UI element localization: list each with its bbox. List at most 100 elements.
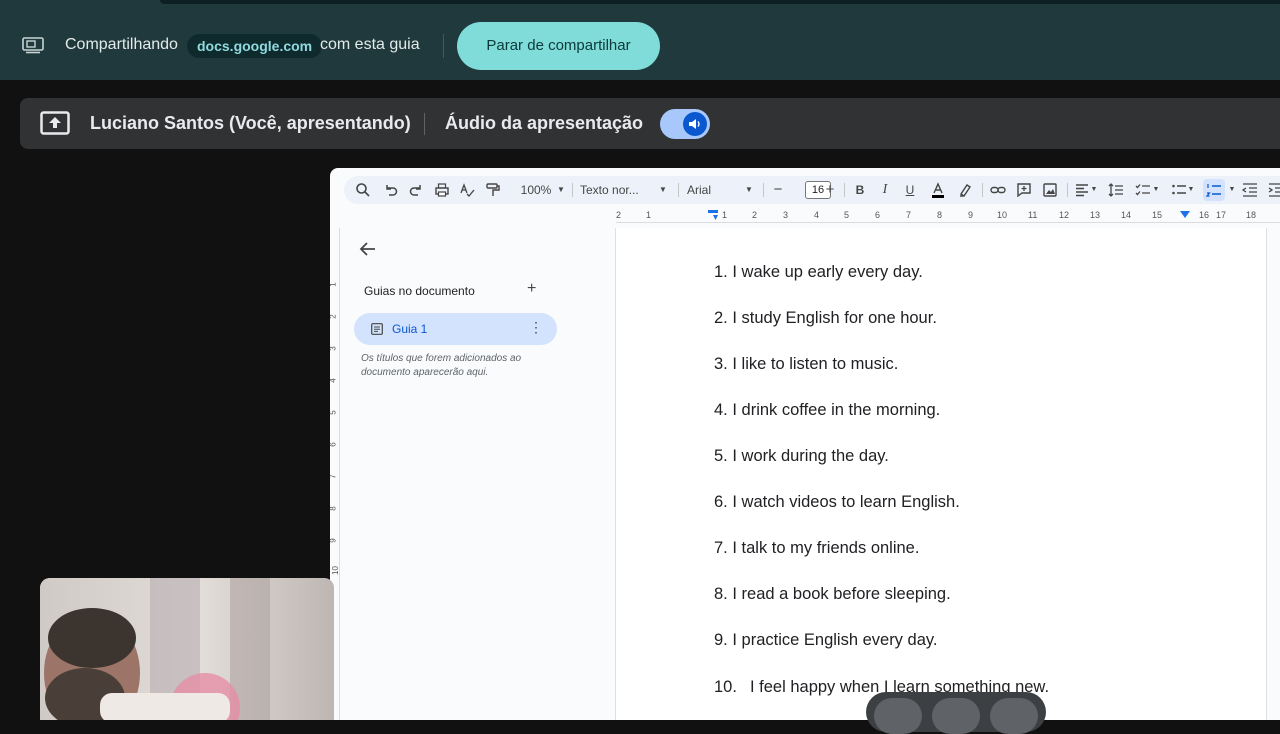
- ruler-number: 3: [783, 210, 789, 220]
- list-number: 3.: [714, 355, 728, 373]
- ruler-number: 1: [722, 210, 728, 220]
- ruler-number: 14: [1121, 210, 1132, 220]
- ruler-number: 2: [752, 210, 758, 220]
- print-icon[interactable]: [433, 181, 451, 199]
- list-text: I practice English every day.: [732, 631, 938, 649]
- numbered-list-button[interactable]: [1203, 179, 1225, 201]
- toolbar-divider: [572, 183, 573, 197]
- numbered-list-icon: [1205, 184, 1221, 197]
- vruler-number: 2: [330, 314, 338, 318]
- numbered-list-dropdown-icon[interactable]: ▼: [1228, 176, 1236, 204]
- list-text: I study English for one hour.: [732, 309, 937, 327]
- share-divider: [443, 34, 444, 58]
- search-menus-icon[interactable]: [354, 181, 372, 199]
- google-docs-window: 100% ▼ Texto nor... ▼ Arial ▼ − 16 + B I…: [330, 168, 1280, 720]
- list-item[interactable]: 6. I watch videos to learn English.: [714, 493, 960, 512]
- bulleted-list-icon[interactable]: [1170, 181, 1188, 199]
- redo-icon[interactable]: [407, 181, 425, 199]
- ruler-number: 8: [937, 210, 943, 220]
- paragraph-style-select[interactable]: Texto nor...: [580, 176, 650, 204]
- tab-suffix-label: com esta guia: [320, 36, 420, 53]
- bold-icon[interactable]: B: [852, 176, 868, 204]
- checklist-dropdown-icon[interactable]: ▼: [1152, 176, 1160, 204]
- decrease-font-size-icon[interactable]: −: [771, 176, 785, 204]
- insert-link-icon[interactable]: [989, 181, 1007, 199]
- list-number: 9.: [714, 631, 728, 649]
- list-item[interactable]: 3. I like to listen to music.: [714, 355, 898, 374]
- toolbar-divider: [678, 183, 679, 197]
- increase-indent-icon[interactable]: [1267, 181, 1280, 199]
- decrease-indent-icon[interactable]: [1241, 181, 1259, 199]
- font-family-select[interactable]: Arial: [687, 176, 737, 204]
- insert-comment-icon[interactable]: [1015, 181, 1033, 199]
- speaker-icon: [683, 112, 707, 136]
- ruler-number: 9: [968, 210, 974, 220]
- vruler-number: 5: [330, 410, 338, 414]
- vruler-number: 6: [330, 442, 338, 446]
- undo-icon[interactable]: [382, 181, 400, 199]
- document-tab-icon: [371, 323, 383, 335]
- floating-controls: [866, 692, 1046, 734]
- ruler-number: 12: [1059, 210, 1070, 220]
- list-item[interactable]: 7. I talk to my friends online.: [714, 539, 919, 558]
- ruler-number: 2: [616, 210, 622, 220]
- font-dropdown-icon[interactable]: ▼: [744, 176, 754, 204]
- document-page[interactable]: 1. I wake up early every day. 2. I study…: [615, 228, 1267, 720]
- text-color-icon[interactable]: [929, 181, 947, 199]
- control-button[interactable]: [990, 698, 1038, 734]
- zoom-select[interactable]: 100%: [512, 176, 560, 204]
- align-dropdown-icon[interactable]: ▼: [1090, 176, 1098, 204]
- vruler-number: 1: [330, 282, 338, 286]
- indent-marker-icon[interactable]: [708, 210, 722, 220]
- ruler-number: 7: [906, 210, 912, 220]
- ruler-number: 11: [1028, 210, 1038, 220]
- increase-font-size-icon[interactable]: +: [823, 176, 837, 204]
- control-button[interactable]: [932, 698, 980, 734]
- ruler-number: 4: [814, 210, 820, 220]
- vruler-number: 3: [330, 346, 338, 350]
- underline-icon[interactable]: U: [902, 176, 918, 204]
- ruler-number: 5: [844, 210, 850, 220]
- presentation-audio-toggle[interactable]: [660, 109, 710, 139]
- highlight-icon[interactable]: [956, 181, 974, 199]
- list-item[interactable]: 1. I wake up early every day.: [714, 263, 923, 282]
- ruler-number: 6: [875, 210, 881, 220]
- control-button[interactable]: [874, 698, 922, 734]
- stop-sharing-button[interactable]: Parar de compartilhar: [457, 22, 660, 70]
- list-item[interactable]: 5. I work during the day.: [714, 447, 889, 466]
- list-item[interactable]: 2. I study English for one hour.: [714, 309, 937, 328]
- ruler-number: 10: [997, 210, 1008, 220]
- italic-icon[interactable]: I: [877, 176, 893, 204]
- checklist-icon[interactable]: [1134, 181, 1152, 199]
- ruler-number: 16: [1199, 210, 1210, 220]
- horizontal-ruler[interactable]: 2 1 1 2 3 4 5 6 7 8 9 10 11 12 13 14 15 …: [616, 210, 1280, 224]
- line-spacing-icon[interactable]: [1107, 181, 1125, 199]
- list-text: I talk to my friends online.: [732, 539, 920, 557]
- camera-video-image: [40, 578, 334, 720]
- toolbar-divider: [844, 183, 845, 197]
- list-number: 1.: [714, 263, 728, 281]
- browser-top-edge: [160, 0, 1280, 4]
- align-icon[interactable]: [1073, 181, 1091, 199]
- list-number: 4.: [714, 401, 728, 419]
- more-options-icon[interactable]: ⋮: [529, 319, 543, 336]
- add-tab-icon[interactable]: +: [527, 280, 536, 298]
- style-dropdown-icon[interactable]: ▼: [658, 176, 668, 204]
- paint-format-icon[interactable]: [484, 181, 502, 199]
- right-indent-marker-icon[interactable]: [1179, 210, 1191, 220]
- docs-toolbar: 100% ▼ Texto nor... ▼ Arial ▼ − 16 + B I…: [344, 176, 1280, 204]
- document-tab-guia-1[interactable]: Guia 1 ⋮: [354, 313, 557, 345]
- present-screen-icon: [40, 111, 70, 135]
- spelling-icon[interactable]: [458, 181, 476, 199]
- list-item[interactable]: 8. I read a book before sleeping.: [714, 585, 951, 604]
- back-arrow-icon[interactable]: [358, 240, 378, 258]
- bulleted-list-dropdown-icon[interactable]: ▼: [1187, 176, 1195, 204]
- insert-image-icon[interactable]: [1041, 181, 1059, 199]
- list-item[interactable]: 4. I drink coffee in the morning.: [714, 401, 940, 420]
- list-number: 6.: [714, 493, 728, 511]
- document-tab-label: Guia 1: [392, 322, 428, 336]
- zoom-dropdown-icon[interactable]: ▼: [556, 176, 566, 204]
- list-item[interactable]: 9. I practice English every day.: [714, 631, 937, 650]
- toolbar-divider: [1067, 183, 1068, 197]
- list-number: 5.: [714, 447, 728, 465]
